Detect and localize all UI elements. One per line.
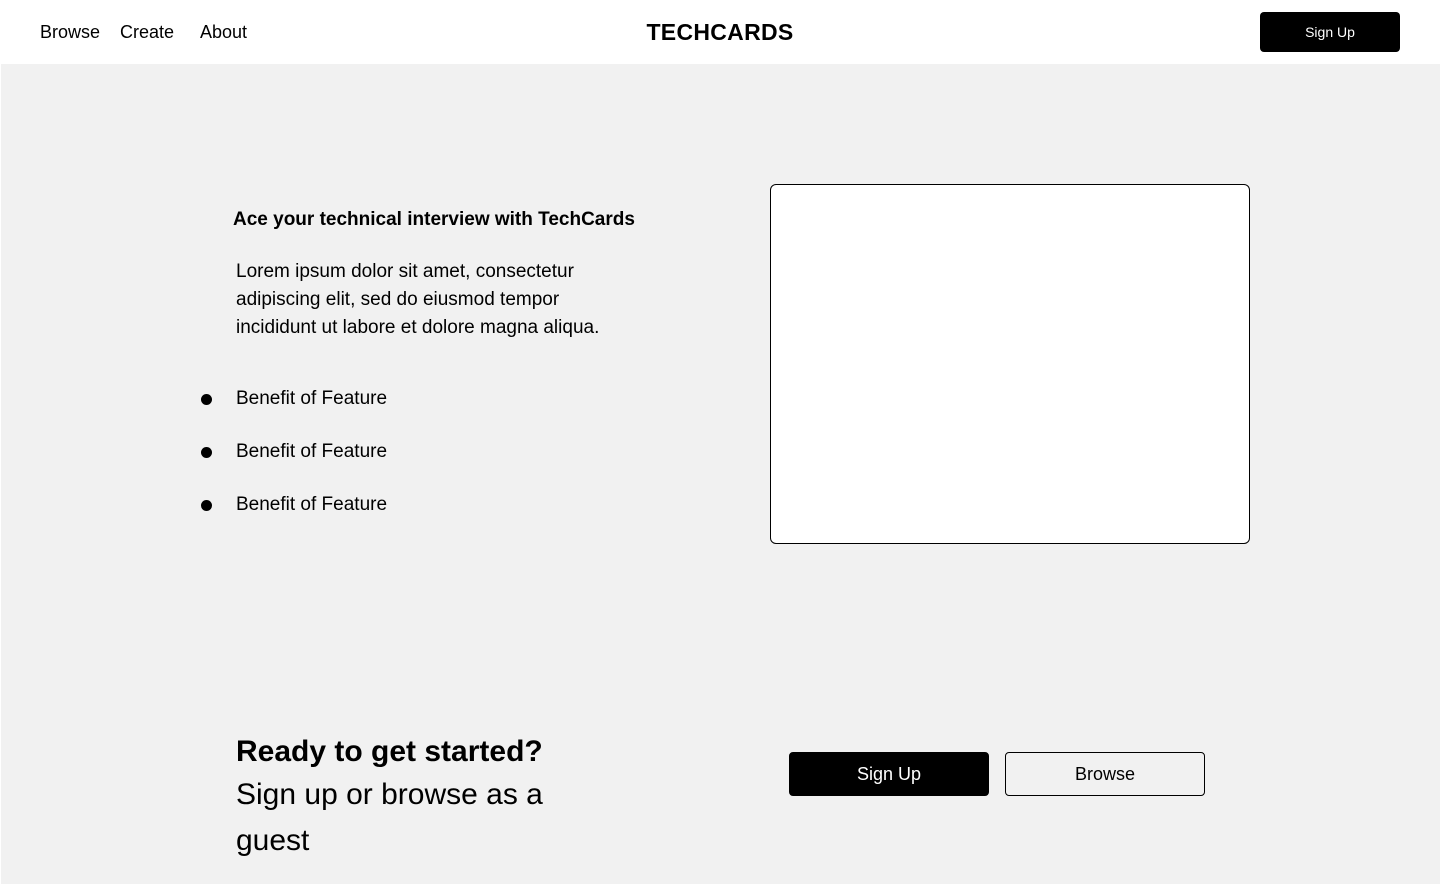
cta-browse-button[interactable]: Browse	[1005, 752, 1205, 796]
nav-link-create[interactable]: Create	[120, 20, 174, 44]
bullet-icon	[201, 394, 212, 405]
cta-sign-up-button[interactable]: Sign Up	[789, 752, 989, 796]
hero-description: Lorem ipsum dolor sit amet, consectetur …	[236, 261, 600, 338]
top-nav-bar: Browse Create About TECHCARDS Sign Up	[0, 0, 1440, 64]
benefit-label: Benefit of Feature	[236, 441, 388, 462]
bullet-icon	[201, 447, 212, 458]
benefit-label: Benefit of Feature	[236, 494, 388, 515]
bullet-icon	[201, 500, 212, 511]
hero-heading: Ace your technical interview with TechCa…	[233, 209, 635, 230]
nav-link-about[interactable]: About	[200, 20, 247, 44]
header-sign-up-button[interactable]: Sign Up	[1260, 12, 1400, 52]
cta-subheading: Sign up or browse as a guest	[236, 778, 543, 857]
cta-heading: Ready to get started?	[236, 735, 543, 768]
main-content: Ace your technical interview with TechCa…	[1, 64, 1440, 884]
benefit-label: Benefit of Feature	[236, 388, 388, 409]
hero-media-placeholder	[770, 184, 1250, 544]
brand-logo[interactable]: TECHCARDS	[646, 19, 793, 45]
nav-link-browse[interactable]: Browse	[40, 20, 100, 44]
